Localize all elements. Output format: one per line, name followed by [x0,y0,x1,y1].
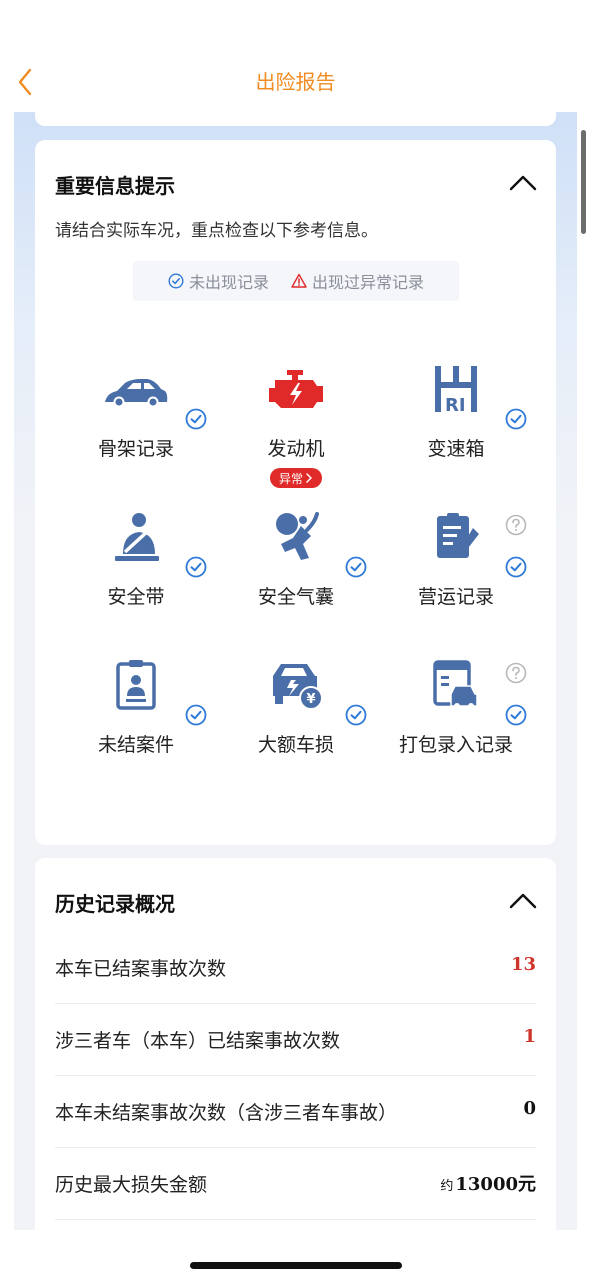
row-label: 本车已结案事故次数 [55,958,227,980]
collapse-chevron-up-icon[interactable] [508,891,538,911]
item-label: 未结案件 [97,734,174,756]
check-circle-icon [185,408,207,430]
scrollbar[interactable] [581,130,586,234]
history-row-third-party-closed: 涉三者车（本车）已结案事故次数 1 [55,1004,536,1076]
check-circle-icon [505,408,527,430]
row-value-prefix: 约 [440,1179,454,1194]
item-label: 发动机 [267,438,325,460]
history-overview-card: 历史记录概况 本车已结案事故次数 13 涉三者车（本车）已结案事故次数 1 本车… [35,858,556,1230]
bottom-safe-area [0,1230,591,1280]
check-circle-icon [505,704,527,726]
question-icon[interactable] [505,514,527,536]
row-value: 0 [523,1098,536,1119]
car-frame-icon [105,379,168,408]
item-large-damage[interactable]: ¥ 大额车损 [211,658,381,798]
check-circle-icon [185,704,207,726]
row-value-wrapper: 约 13000元 [440,1170,536,1196]
history-overview-title: 历史记录概况 [55,892,175,916]
summary-card-bottom-edge [35,112,556,126]
row-label: 涉三者车（本车）已结案事故次数 [55,1030,341,1052]
item-label: 安全气囊 [257,586,334,608]
row-label: 本车未结案事故次数（含涉三者车事故） [55,1102,398,1124]
large-damage-icon: ¥ [273,664,323,710]
check-circle-icon [345,704,367,726]
item-label: 安全带 [107,586,165,608]
legend-abnormal: 出现过异常记录 [291,269,424,293]
home-indicator[interactable] [190,1262,402,1269]
question-icon[interactable] [505,662,527,684]
history-row-open-accidents: 本车未结案事故次数（含涉三者车事故） 0 [55,1076,536,1148]
row-value: 1 [523,1026,536,1047]
check-circle-icon [345,556,367,578]
history-row-max-loss: 历史最大损失金额 约 13000元 [55,1148,536,1220]
history-row-closed-accidents: 本车已结案事故次数 13 [55,932,536,1004]
seatbelt-icon [115,513,159,561]
item-engine[interactable]: 发动机 异常 [211,362,381,502]
operation-record-icon [437,513,479,558]
important-info-title: 重要信息提示 [55,174,175,198]
status-legend: 未出现记录 出现过异常记录 [133,261,459,301]
item-label: 骨架记录 [97,438,174,460]
legend-normal: 未出现记录 [168,269,269,293]
row-value: 13 [510,954,536,975]
abnormal-badge[interactable]: 异常 [270,468,322,488]
open-case-icon [116,660,156,710]
legend-normal-label: 未出现记录 [188,273,269,292]
chevron-right-icon [306,473,312,483]
item-seatbelt[interactable]: 安全带 [51,510,221,650]
report-content[interactable]: 重要信息提示 请结合实际车况，重点检查以下参考信息。 未出现记录 出现过异常记录 [14,112,577,1230]
item-airbag[interactable]: 安全气囊 [211,510,381,650]
collapse-chevron-up-icon[interactable] [508,173,538,193]
item-label: 打包录入记录 [398,734,513,756]
svg-text:¥: ¥ [306,692,315,707]
check-circle-icon [505,556,527,578]
legend-abnormal-label: 出现过异常记录 [312,273,425,292]
svg-text:RI: RI [445,395,466,416]
check-circle-icon [185,556,207,578]
important-info-card: 重要信息提示 请结合实际车况，重点检查以下参考信息。 未出现记录 出现过异常记录 [35,140,556,845]
item-label: 变速箱 [427,438,485,460]
row-label: 历史最大损失金额 [55,1174,208,1196]
package-entry-icon [433,660,478,709]
engine-icon [269,370,323,408]
row-value: 13000元 [455,1174,536,1195]
warning-triangle-icon [291,273,307,288]
gearbox-icon: RI [435,366,477,416]
item-label: 营运记录 [417,586,494,608]
page-title: 出险报告 [255,70,336,94]
item-frame-record[interactable]: 骨架记录 [51,362,221,502]
item-label: 大额车损 [257,734,334,756]
important-info-subtitle: 请结合实际车况，重点检查以下参考信息。 [55,221,378,241]
item-package-entry[interactable]: 打包录入记录 [371,658,541,798]
abnormal-badge-label: 异常 [278,471,303,486]
item-operation-record[interactable]: 营运记录 [371,510,541,650]
item-open-case[interactable]: 未结案件 [51,658,221,798]
header-bar: 出险报告 [0,0,591,112]
check-circle-icon [168,273,184,289]
airbag-icon [276,512,319,560]
item-gearbox[interactable]: RI 变速箱 [371,362,541,502]
